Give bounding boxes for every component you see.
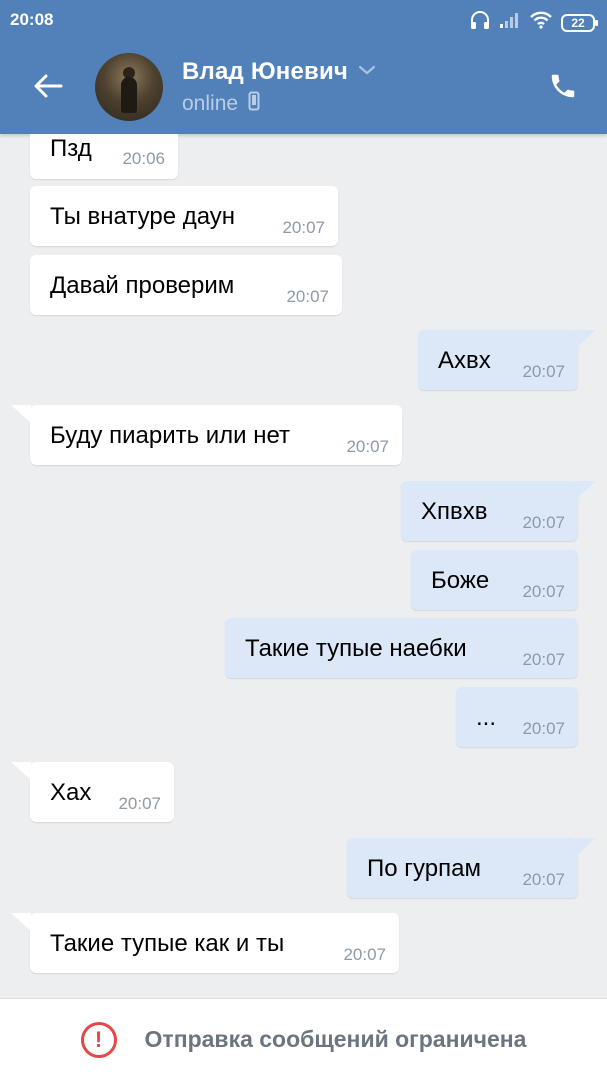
status-time: 20:08 <box>10 10 54 29</box>
back-button[interactable] <box>28 68 68 108</box>
bubble-tail <box>11 762 31 780</box>
bubble-tail <box>11 913 31 931</box>
message-text: Хпвхв <box>421 498 488 525</box>
headphones-icon <box>469 9 491 36</box>
restriction-message: Отправка сообщений ограничена <box>144 1026 527 1052</box>
message-text: Такие тупые наебки <box>245 635 467 662</box>
message-bubble-outgoing[interactable]: Ахвх 20:07 <box>418 330 578 390</box>
message-bubble-outgoing[interactable]: По гурпам 20:07 <box>347 838 578 898</box>
message-bubble-incoming[interactable]: Пзд 20:06 <box>30 134 178 179</box>
message-bubble-outgoing[interactable]: Хпвхв 20:07 <box>401 481 578 541</box>
chat-header: Влад Юневич online <box>0 40 607 134</box>
call-button[interactable] <box>543 68 583 108</box>
message-time: 20:07 <box>286 287 329 306</box>
message-time: 20:07 <box>118 794 161 813</box>
phone-call-icon <box>548 71 578 106</box>
restriction-bar: ! Отправка сообщений ограничена <box>0 998 607 1080</box>
message-text: Такие тупые как и ты <box>50 930 285 957</box>
contact-name-button[interactable]: Влад Юневич <box>182 58 376 86</box>
battery-icon: 22 <box>561 13 598 32</box>
bubble-tail <box>576 330 596 348</box>
back-arrow-icon <box>33 73 63 104</box>
message-time: 20:07 <box>282 218 325 237</box>
message-text: Буду пиарить или нет <box>50 422 291 449</box>
message-time: 20:07 <box>522 362 565 381</box>
chevron-down-icon <box>358 63 376 81</box>
bubble-tail <box>11 405 31 423</box>
message-text: Хах <box>50 779 92 806</box>
message-time: 20:07 <box>522 513 565 532</box>
status-icons: 22 <box>469 9 598 36</box>
message-text: Давай проверим <box>50 272 235 299</box>
message-text: Ты внатуре даун <box>50 203 236 230</box>
message-text: Ахвх <box>438 347 491 374</box>
message-time: 20:07 <box>522 582 565 601</box>
bubble-tail <box>576 838 596 856</box>
status-bar: 20:08 22 <box>0 0 607 40</box>
message-bubble-outgoing[interactable]: Боже 20:07 <box>411 550 578 610</box>
message-bubble-incoming[interactable]: Хах 20:07 <box>30 762 174 822</box>
bubble-tail <box>576 481 596 499</box>
message-bubble-outgoing[interactable]: Такие тупые наебки 20:07 <box>225 618 578 678</box>
wifi-icon <box>529 10 553 35</box>
message-bubble-incoming[interactable]: Такие тупые как и ты 20:07 <box>30 913 399 973</box>
message-time: 20:07 <box>343 945 386 964</box>
avatar[interactable] <box>95 53 163 121</box>
message-bubble-incoming[interactable]: Ты внатуре даун 20:07 <box>30 186 338 246</box>
message-bubble-outgoing[interactable]: ... 20:07 <box>456 687 578 747</box>
signal-icon <box>499 11 521 34</box>
message-time: 20:06 <box>122 149 165 168</box>
message-text: ... <box>476 704 497 731</box>
contact-status: online <box>182 92 239 115</box>
message-bubble-incoming[interactable]: Давай проверим 20:07 <box>30 255 342 315</box>
message-list[interactable]: Пзд 20:06 Ты внатуре даун 20:07 Давай пр… <box>0 134 607 998</box>
message-time: 20:07 <box>522 870 565 889</box>
message-text: Боже <box>431 567 490 594</box>
contact-status-row: online <box>182 91 260 117</box>
contact-name: Влад Юневич <box>182 58 349 85</box>
mobile-phone-icon <box>248 91 260 117</box>
message-bubble-incoming[interactable]: Буду пиарить или нет 20:07 <box>30 405 402 465</box>
message-time: 20:07 <box>522 719 565 738</box>
message-time: 20:07 <box>522 650 565 669</box>
message-time: 20:07 <box>346 437 389 456</box>
warning-icon: ! <box>80 1021 117 1058</box>
message-text: Пзд <box>50 135 92 162</box>
message-text: По гурпам <box>367 855 481 882</box>
